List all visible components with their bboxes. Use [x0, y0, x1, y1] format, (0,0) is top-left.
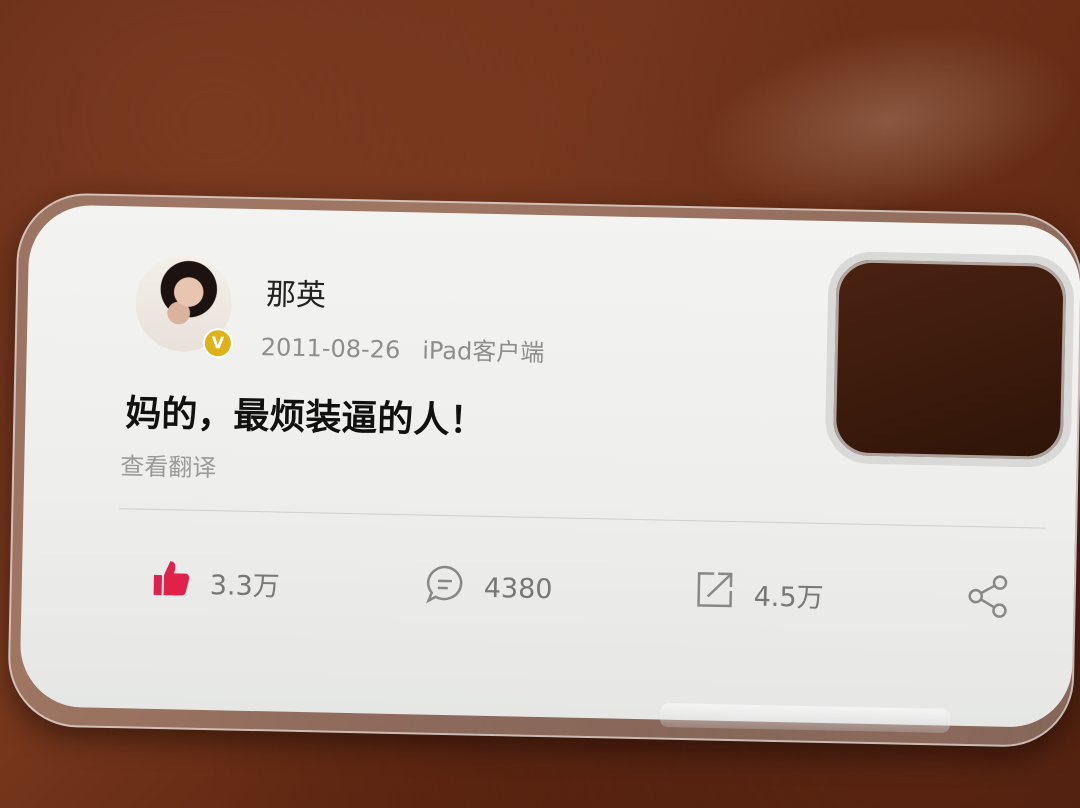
repost-button: 4.5万 [693, 568, 824, 620]
like-button: 3.3万 [149, 557, 280, 609]
share-icon [965, 574, 1010, 626]
camera-cutout [824, 250, 1075, 469]
translate-link: 查看翻译 [119, 452, 217, 483]
phone-case: V 那英 2011-08-26 iPad客户端 妈的，最烦装逼的人！ 查看翻译 3… [6, 192, 1080, 749]
thumbs-up-icon [149, 557, 192, 607]
comment-button: 4380 [423, 563, 553, 615]
weibo-post-card: V 那英 2011-08-26 iPad客户端 妈的，最烦装逼的人！ 查看翻译 3… [19, 204, 1080, 729]
repost-icon [693, 568, 736, 618]
post-date: 2011-08-26 [260, 333, 401, 365]
divider [119, 508, 1046, 529]
repost-count: 4.5万 [753, 581, 824, 614]
post-text: 妈的，最烦装逼的人！ [124, 393, 486, 442]
verified-badge: V [202, 327, 234, 359]
username: 那英 [265, 277, 327, 314]
comment-count: 4380 [483, 572, 553, 606]
share-button [965, 574, 1028, 626]
comment-bubble-icon [423, 563, 466, 613]
post-meta: 2011-08-26 iPad客户端 [260, 327, 545, 368]
table-surface [687, 0, 1080, 242]
post-source: iPad客户端 [421, 336, 545, 368]
like-count: 3.3万 [209, 570, 281, 603]
